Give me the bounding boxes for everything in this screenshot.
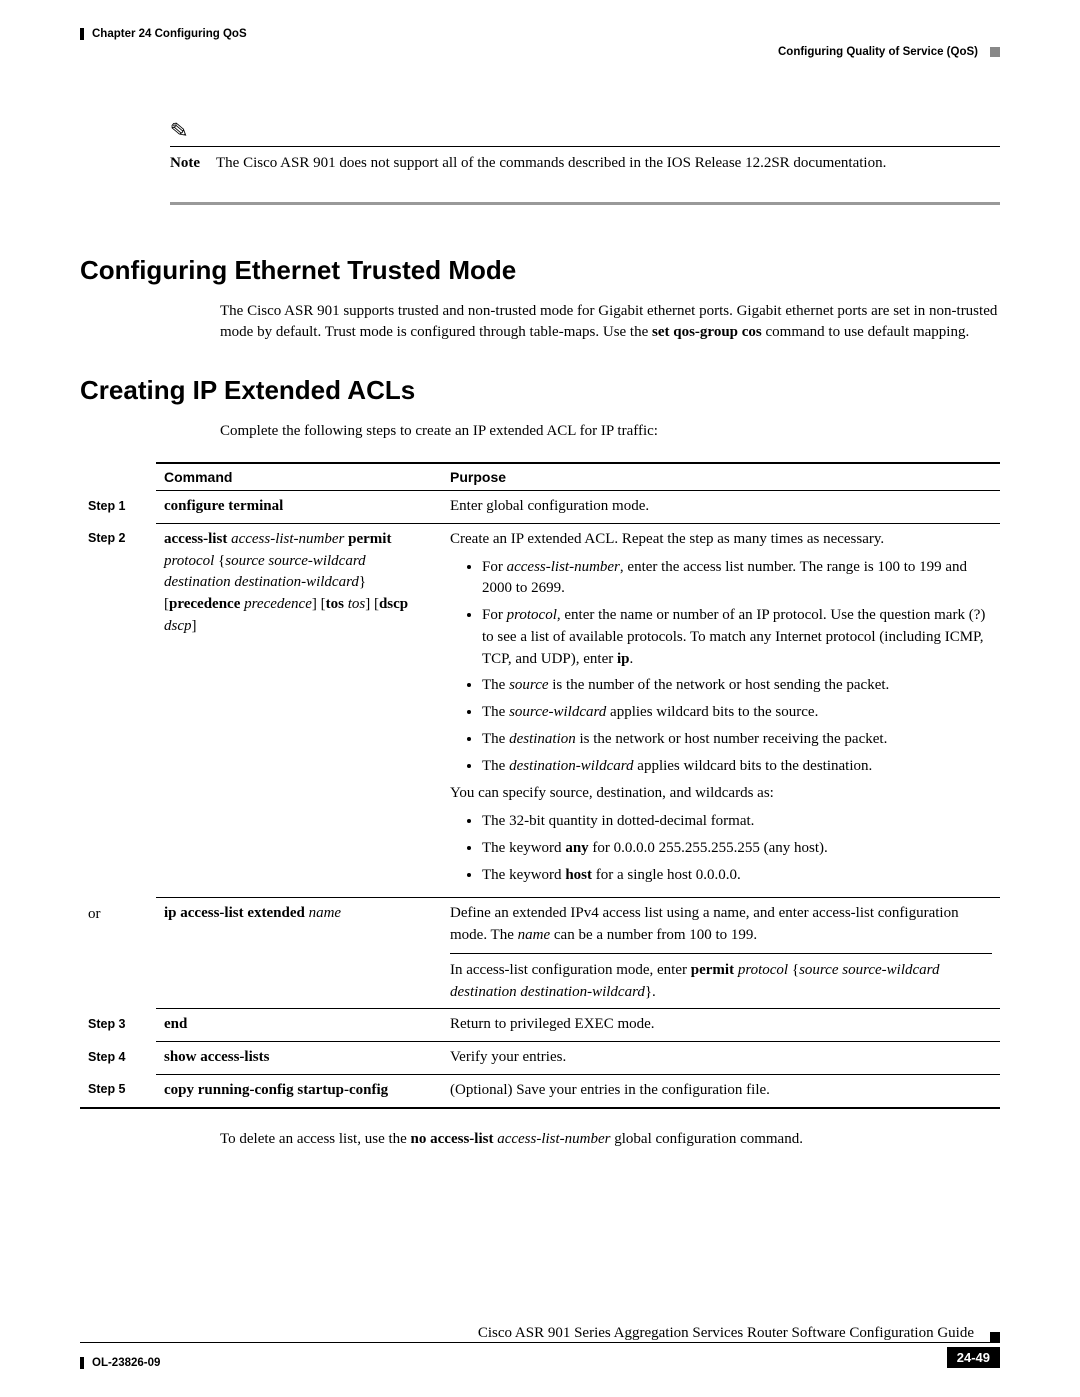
doc-number: OL-23826-09 bbox=[92, 1357, 160, 1369]
command-table: Command Purpose Step 1 configure termina… bbox=[80, 462, 1000, 1109]
header-square-icon bbox=[990, 47, 1000, 57]
table-row: Step 1 configure terminal Enter global c… bbox=[80, 491, 1000, 524]
page-header: Chapter 24 Configuring QoS Configuring Q… bbox=[80, 28, 1000, 58]
note-text: The Cisco ASR 901 does not support all o… bbox=[216, 153, 886, 174]
footer-square-icon bbox=[990, 1332, 1000, 1342]
page-number: 24-49 bbox=[947, 1347, 1000, 1368]
note-label: Note bbox=[170, 153, 200, 174]
table-row: or ip access-list extended name Define a… bbox=[80, 898, 1000, 1009]
trusted-mode-body: The Cisco ASR 901 supports trusted and n… bbox=[220, 301, 1000, 343]
acl-intro: Complete the following steps to create a… bbox=[220, 421, 1000, 442]
table-row: Step 4 show access-lists Verify your ent… bbox=[80, 1042, 1000, 1075]
table-row: Step 5 copy running-config startup-confi… bbox=[80, 1074, 1000, 1107]
table-row: Step 2 access-list access-list-number pe… bbox=[80, 523, 1000, 898]
table-row: Step 3 end Return to privileged EXEC mod… bbox=[80, 1009, 1000, 1042]
th-command: Command bbox=[156, 463, 442, 491]
note-block: ✎ Note The Cisco ASR 901 does not suppor… bbox=[170, 118, 1000, 205]
after-table-text: To delete an access list, use the no acc… bbox=[220, 1129, 1000, 1150]
th-purpose: Purpose bbox=[442, 463, 1000, 491]
page-footer: Cisco ASR 901 Series Aggregation Service… bbox=[80, 1325, 1000, 1369]
heading-trusted-mode: Configuring Ethernet Trusted Mode bbox=[80, 255, 1000, 286]
pencil-icon: ✎ bbox=[169, 117, 190, 145]
guide-title: Cisco ASR 901 Series Aggregation Service… bbox=[80, 1325, 974, 1342]
heading-extended-acls: Creating IP Extended ACLs bbox=[80, 375, 1000, 406]
header-marker bbox=[80, 28, 84, 40]
chapter-label: Chapter 24 Configuring QoS bbox=[92, 28, 247, 40]
section-label: Configuring Quality of Service (QoS) bbox=[778, 46, 978, 58]
